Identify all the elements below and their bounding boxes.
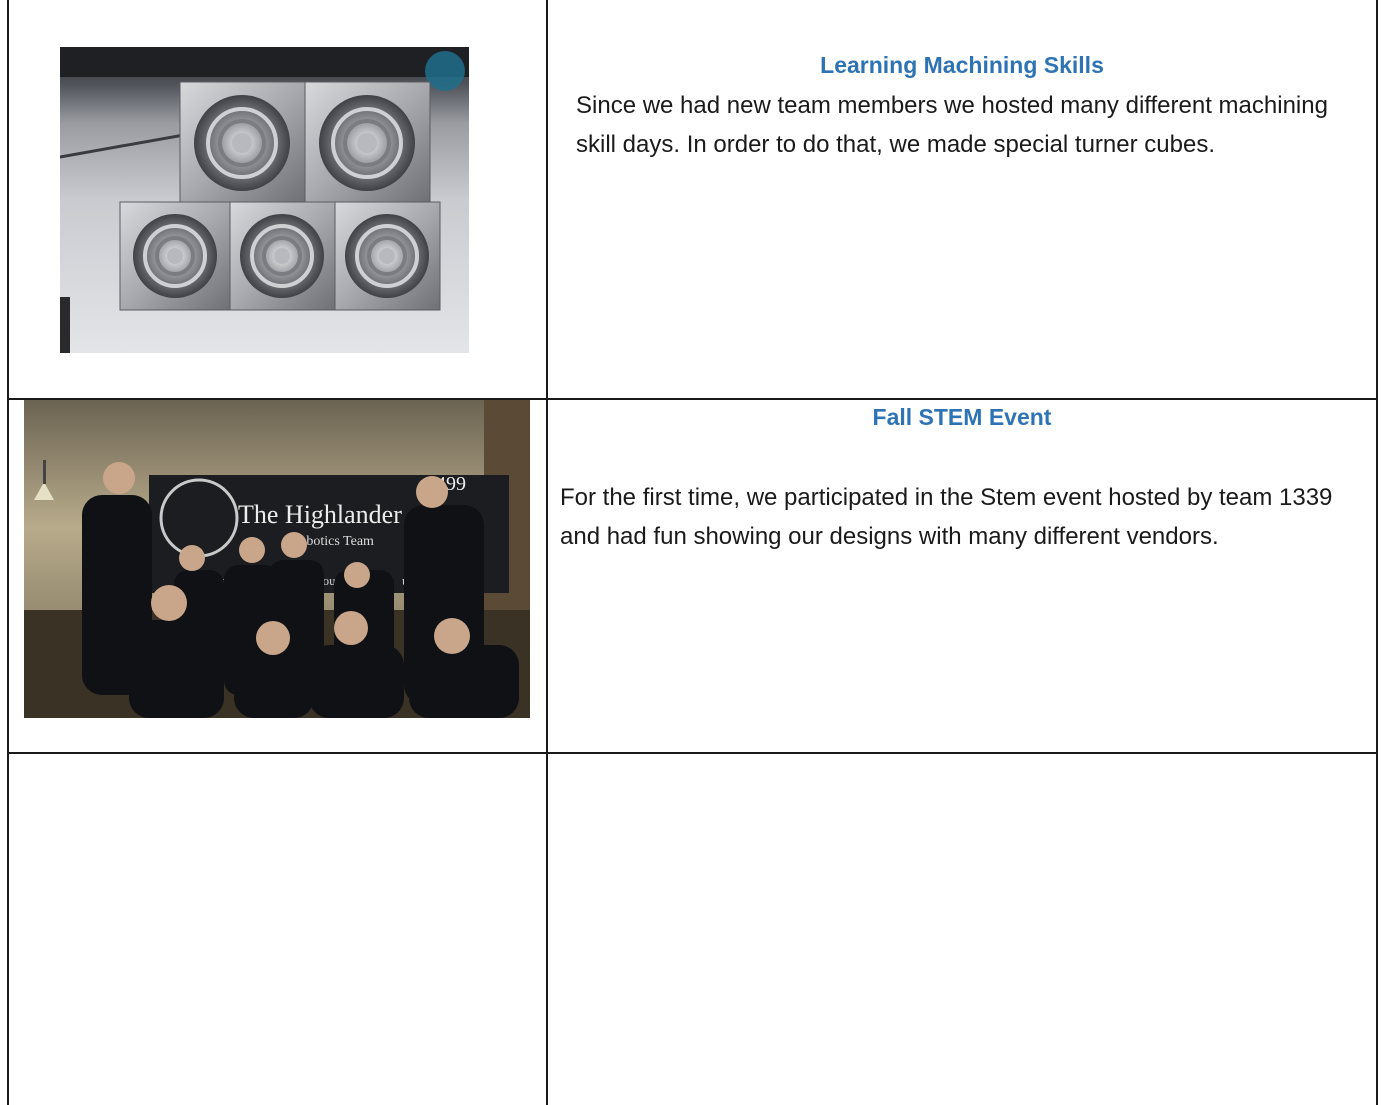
table-border-right xyxy=(1376,0,1378,1105)
empty-cell xyxy=(548,754,1376,1105)
section-body: For the first time, we participated in t… xyxy=(560,484,1333,550)
section-body: Since we had new team members we hosted … xyxy=(576,92,1328,158)
banner-title: The Highlander xyxy=(238,500,402,529)
text-cell-machining: Learning Machining Skills Since we had n… xyxy=(548,0,1376,398)
team-photo: The Highlander 499 Robotics Team abe s a… xyxy=(24,400,530,718)
text-cell-stem-event: Fall STEM Event For the first time, we p… xyxy=(548,400,1376,752)
turner-cubes-photo xyxy=(60,47,469,353)
section-heading: Fall STEM Event xyxy=(872,404,1052,430)
section-heading: Learning Machining Skills xyxy=(820,52,1104,78)
empty-cell xyxy=(9,754,546,1105)
